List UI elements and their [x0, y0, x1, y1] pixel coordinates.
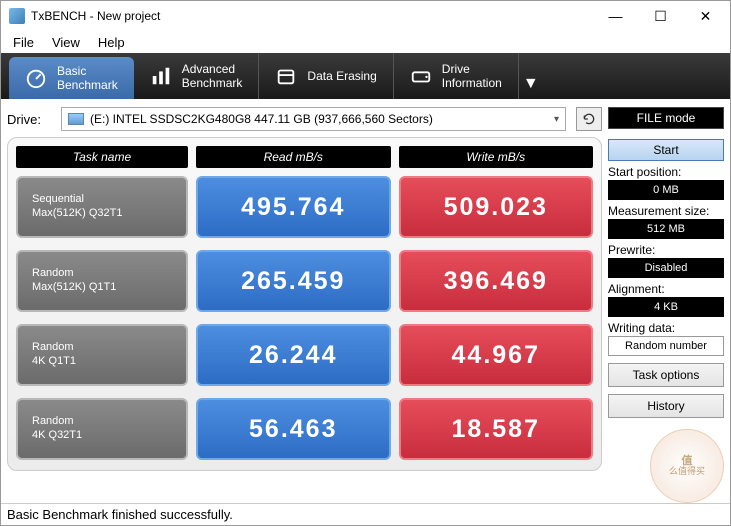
benchmark-panel: Task name Read mB/s Write mB/s Sequentia… — [7, 137, 602, 471]
drive-select[interactable]: (E:) INTEL SSDSC2KG480G8 447.11 GB (937,… — [61, 107, 566, 131]
writing-data-value[interactable]: Random number — [608, 336, 724, 356]
writing-data-label: Writing data: — [608, 321, 724, 335]
drive-label: Drive: — [7, 112, 51, 127]
drive-icon — [410, 65, 432, 87]
tab-row: Basic Benchmark Advanced Benchmark Data … — [1, 53, 730, 99]
title-bar: TxBENCH - New project — ☐ ✕ — [1, 1, 730, 31]
menu-view[interactable]: View — [44, 35, 88, 50]
watermark-badge: 值 么值得买 — [650, 429, 724, 503]
header-write: Write mB/s — [399, 146, 594, 168]
prewrite-label: Prewrite: — [608, 243, 724, 257]
tab-basic-benchmark[interactable]: Basic Benchmark — [9, 57, 134, 99]
task-options-button[interactable]: Task options — [608, 363, 724, 387]
measurement-size-label: Measurement size: — [608, 204, 724, 218]
tab-label: Basic Benchmark — [57, 64, 118, 93]
read-value: 495.764 — [196, 176, 391, 238]
tab-advanced-benchmark[interactable]: Advanced Benchmark — [134, 53, 260, 99]
start-position-label: Start position: — [608, 165, 724, 179]
read-value: 26.244 — [196, 324, 391, 386]
header-read: Read mB/s — [196, 146, 391, 168]
app-icon — [9, 8, 25, 24]
status-text: Basic Benchmark finished successfully. — [7, 507, 233, 522]
maximize-button[interactable]: ☐ — [638, 2, 683, 30]
read-value: 56.463 — [196, 398, 391, 460]
menu-help[interactable]: Help — [90, 35, 133, 50]
header-task: Task name — [16, 146, 188, 168]
bars-icon — [150, 65, 172, 87]
menu-bar: File View Help — [1, 31, 730, 53]
bench-row: Random 4K Q1T1 26.244 44.967 — [16, 324, 593, 386]
drive-icon — [68, 113, 84, 125]
refresh-icon — [582, 112, 596, 126]
measurement-size-value[interactable]: 512 MB — [608, 219, 724, 239]
erase-icon — [275, 65, 297, 87]
menu-file[interactable]: File — [5, 35, 42, 50]
bench-row: Random Max(512K) Q1T1 265.459 396.469 — [16, 250, 593, 312]
drive-selected-text: (E:) INTEL SSDSC2KG480G8 447.11 GB (937,… — [90, 112, 433, 126]
task-button-random-max[interactable]: Random Max(512K) Q1T1 — [16, 250, 188, 312]
window-title: TxBENCH - New project — [31, 9, 593, 23]
bench-row: Sequential Max(512K) Q32T1 495.764 509.0… — [16, 176, 593, 238]
refresh-button[interactable] — [576, 107, 602, 131]
start-position-value[interactable]: 0 MB — [608, 180, 724, 200]
alignment-label: Alignment: — [608, 282, 724, 296]
start-button[interactable]: Start — [608, 139, 724, 161]
tab-data-erasing[interactable]: Data Erasing — [259, 53, 393, 99]
minimize-button[interactable]: — — [593, 2, 638, 30]
close-button[interactable]: ✕ — [683, 2, 728, 30]
tab-drive-information[interactable]: Drive Information — [394, 53, 519, 99]
status-bar: Basic Benchmark finished successfully. — [1, 503, 730, 525]
tab-label: Drive Information — [442, 62, 502, 91]
write-value: 18.587 — [399, 398, 594, 460]
bench-row: Random 4K Q32T1 56.463 18.587 — [16, 398, 593, 460]
file-mode-indicator: FILE mode — [608, 107, 724, 129]
write-value: 509.023 — [399, 176, 594, 238]
write-value: 396.469 — [399, 250, 594, 312]
task-button-random-4k-q32[interactable]: Random 4K Q32T1 — [16, 398, 188, 460]
history-button[interactable]: History — [608, 394, 724, 418]
task-button-sequential[interactable]: Sequential Max(512K) Q32T1 — [16, 176, 188, 238]
task-button-random-4k-q1[interactable]: Random 4K Q1T1 — [16, 324, 188, 386]
prewrite-value[interactable]: Disabled — [608, 258, 724, 278]
tab-label: Advanced Benchmark — [182, 62, 243, 91]
write-value: 44.967 — [399, 324, 594, 386]
read-value: 265.459 — [196, 250, 391, 312]
gauge-icon — [25, 67, 47, 89]
alignment-value[interactable]: 4 KB — [608, 297, 724, 317]
tab-label: Data Erasing — [307, 69, 376, 83]
tab-overflow-button[interactable]: ▼ — [519, 53, 543, 99]
